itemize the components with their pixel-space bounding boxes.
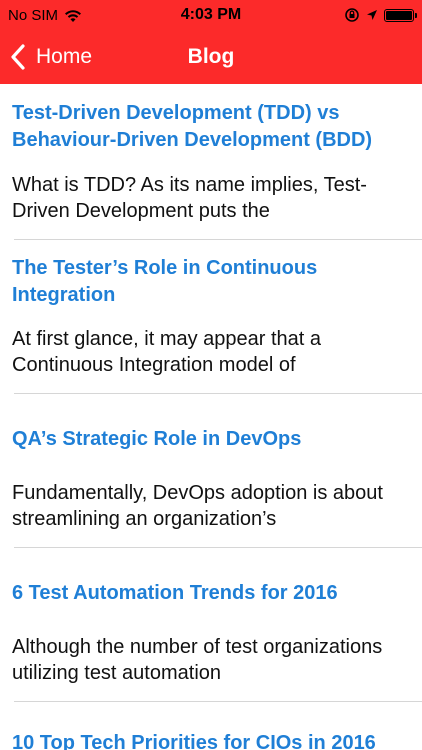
blog-post-title: The Tester’s Role in Continuous Integrat… <box>12 257 318 306</box>
blog-post-title: 6 Test Automation Trends for 2016 <box>12 582 338 604</box>
blog-post-excerpt: Fundamentally, DevOps adoption is about … <box>12 482 383 530</box>
blog-post-excerpt: Although the number of test organization… <box>12 636 383 684</box>
blog-post-title: Test-Driven Development (TDD) vs Behavio… <box>12 102 373 151</box>
lock-rotation-icon <box>345 8 359 22</box>
page-title: Blog <box>187 45 235 68</box>
status-bar: No SIM 4:03 PM <box>0 0 422 30</box>
blog-post-item[interactable]: Test-Driven Development (TDD) vs Behavio… <box>0 84 422 240</box>
blog-post-excerpt: What is TDD? As its name implies, Test-D… <box>12 174 367 222</box>
battery-icon <box>384 8 417 22</box>
status-right <box>344 7 417 23</box>
blog-post-excerpt: At first glance, it may appear that a Co… <box>12 328 322 376</box>
blog-post-item[interactable]: 6 Test Automation Trends for 2016 Althou… <box>0 548 422 702</box>
blog-post-list: Test-Driven Development (TDD) vs Behavio… <box>0 84 422 750</box>
blog-post-item[interactable]: 10 Top Tech Priorities for CIOs in 2016 <box>0 702 422 750</box>
blog-post-item[interactable]: QA’s Strategic Role in DevOps Fundamenta… <box>0 394 422 548</box>
navigation-bar: Home Blog <box>0 30 422 84</box>
blog-post-title: QA’s Strategic Role in DevOps <box>12 428 302 450</box>
screen: No SIM 4:03 PM Home Blog Test-Driven Dev… <box>0 0 422 750</box>
blog-post-item[interactable]: The Tester’s Role in Continuous Integrat… <box>0 240 422 394</box>
location-arrow-icon <box>367 10 377 20</box>
blog-post-title: 10 Top Tech Priorities for CIOs in 2016 <box>12 732 376 750</box>
